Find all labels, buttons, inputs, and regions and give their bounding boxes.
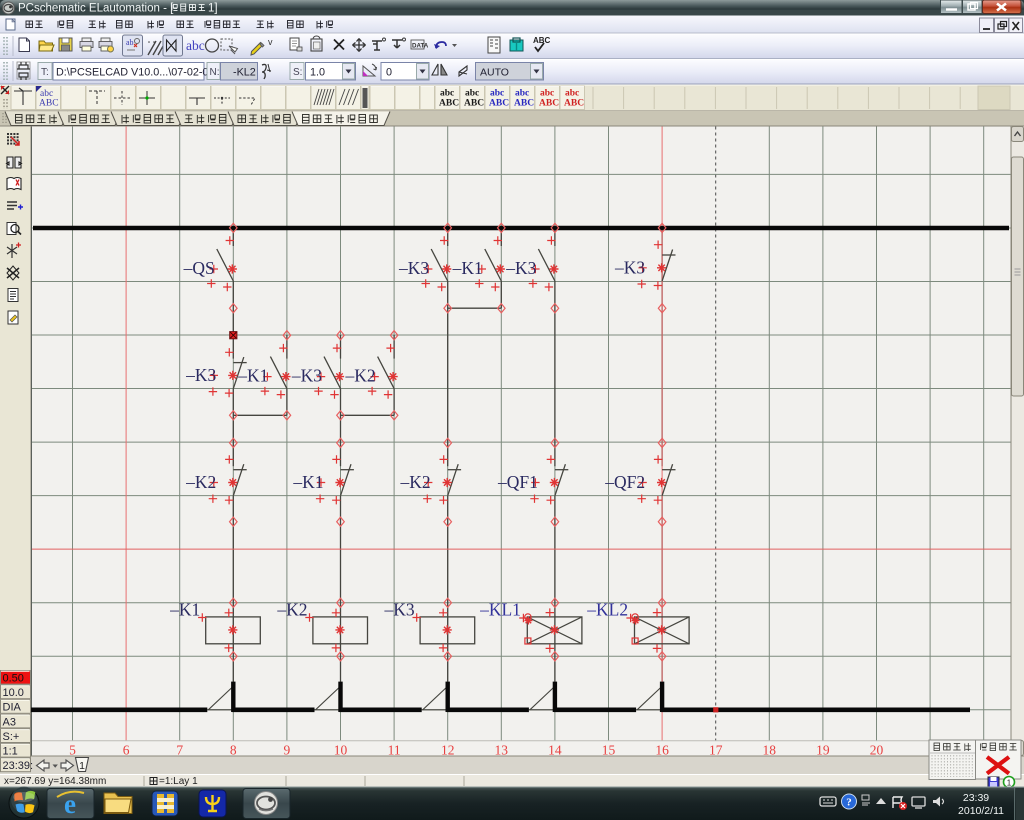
svg-text:T:: T: [41, 67, 49, 78]
svg-text:abc: abc [40, 89, 53, 99]
svg-text:ABC: ABC [539, 99, 559, 109]
svg-text:–K2: –K2 [400, 472, 431, 492]
svg-text:ABC: ABC [564, 99, 584, 109]
svg-text:18: 18 [763, 743, 777, 758]
svg-text:v: v [268, 37, 273, 47]
svg-text:20: 20 [870, 743, 884, 758]
svg-text:17: 17 [709, 743, 723, 758]
svg-text:–K3: –K3 [185, 365, 216, 385]
svg-text:–K2: –K2 [276, 600, 307, 620]
svg-text:1: 1 [79, 760, 85, 772]
svg-text:–QF2: –QF2 [604, 472, 645, 492]
svg-text:8: 8 [230, 743, 237, 758]
svg-text:N:: N: [210, 67, 220, 78]
svg-text:6: 6 [123, 743, 130, 758]
svg-text:abc: abc [515, 89, 529, 99]
svg-text:abc: abc [186, 38, 205, 53]
svg-text:-KL2: -KL2 [233, 67, 256, 79]
svg-text:ABC: ABC [464, 99, 484, 109]
svg-text:AUTO: AUTO [480, 67, 509, 79]
svg-text:abc: abc [565, 89, 579, 99]
svg-text:–KL1: –KL1 [479, 600, 521, 620]
svg-text:7: 7 [176, 743, 183, 758]
svg-text:ABC: ABC [489, 99, 509, 109]
svg-text:1]: 1] [208, 3, 218, 15]
svg-text:–QF1: –QF1 [497, 472, 538, 492]
svg-text:–K1: –K1 [292, 472, 323, 492]
svg-text:15: 15 [602, 743, 616, 758]
svg-text:2010/2/11: 2010/2/11 [958, 805, 1004, 817]
svg-text:abc: abc [490, 89, 504, 99]
svg-text:–K1: –K1 [237, 366, 268, 386]
svg-text:9: 9 [284, 743, 291, 758]
svg-text:D:\PCSELCAD V10.0...\07-02-0: D:\PCSELCAD V10.0...\07-02-0 [56, 67, 208, 79]
svg-text:12: 12 [441, 743, 455, 758]
svg-text:DATA: DATA [412, 43, 429, 50]
svg-text:ab: ab [126, 38, 134, 47]
svg-text:5: 5 [69, 743, 76, 758]
svg-text:ABC: ABC [39, 99, 59, 109]
svg-text:0: 0 [386, 67, 392, 79]
svg-text:1.0: 1.0 [310, 67, 325, 79]
svg-text:–QS: –QS [183, 258, 215, 278]
svg-text:abc: abc [440, 89, 454, 99]
svg-text:A3: A3 [3, 716, 16, 728]
svg-text:ABC: ABC [533, 36, 551, 45]
svg-text:14: 14 [548, 743, 562, 758]
svg-text:–K3: –K3 [384, 600, 415, 620]
svg-text:16: 16 [655, 743, 669, 758]
svg-text:PCschematic ELautomation - [: PCschematic ELautomation - [ [18, 3, 174, 15]
svg-text:23:39: 23:39 [963, 792, 989, 804]
svg-text:abc: abc [540, 89, 554, 99]
svg-text:10: 10 [334, 743, 348, 758]
svg-text:23:39:: 23:39: [3, 760, 34, 772]
svg-text:–KL2: –KL2 [586, 600, 628, 620]
svg-text:ABC: ABC [514, 99, 534, 109]
svg-text:S:: S: [293, 67, 302, 78]
svg-text:0.50: 0.50 [3, 673, 24, 685]
svg-text:x=267.69 y=164.38mm: x=267.69 y=164.38mm [4, 776, 106, 787]
svg-text:=1:Lay 1: =1:Lay 1 [159, 776, 198, 787]
svg-text:ABC: ABC [439, 99, 459, 109]
svg-text:1: 1 [1007, 779, 1012, 788]
svg-text:DIA: DIA [3, 702, 22, 714]
svg-text:13: 13 [495, 743, 509, 758]
svg-text:–K3: –K3 [614, 258, 645, 278]
svg-text:abc: abc [465, 89, 479, 99]
svg-text:–K3: –K3 [398, 258, 429, 278]
svg-text:–K1: –K1 [452, 258, 483, 278]
svg-text:1:1: 1:1 [3, 746, 18, 758]
svg-text:19: 19 [816, 743, 830, 758]
svg-text:–K2: –K2 [344, 366, 375, 386]
svg-text:10.0: 10.0 [3, 687, 24, 699]
svg-text:S:+: S:+ [3, 731, 20, 743]
svg-text:–K3: –K3 [291, 366, 322, 386]
svg-text:–K3: –K3 [505, 258, 536, 278]
svg-text:11: 11 [388, 743, 401, 758]
svg-text:–K2: –K2 [185, 472, 216, 492]
svg-text:?: ? [846, 797, 852, 809]
svg-text:–K1: –K1 [169, 600, 200, 620]
